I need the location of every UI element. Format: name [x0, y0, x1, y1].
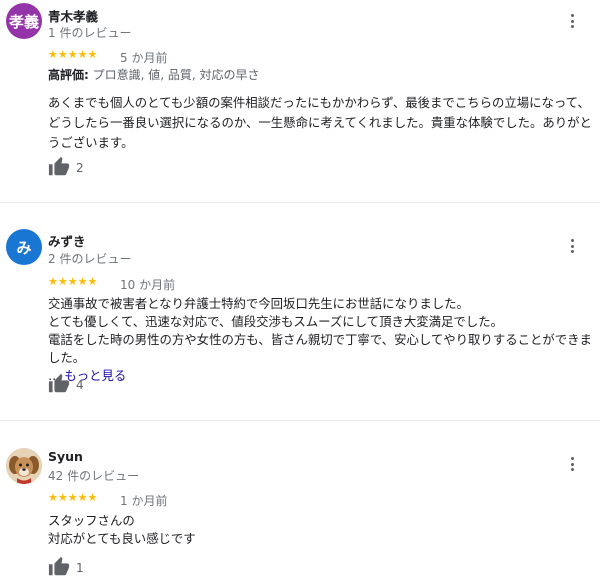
review-age: 5 か月前 [120, 51, 168, 65]
avatar-initials: み [16, 238, 32, 257]
review-text-line: スタッフさんの [48, 513, 135, 528]
avatar-initials: 孝義 [8, 12, 39, 31]
thumbs-up-icon[interactable] [48, 373, 70, 395]
read-more: … もっと見る [48, 367, 598, 385]
review-count[interactable]: 2 件のレビュー [48, 250, 131, 267]
highlight-label: 高評価: [48, 68, 89, 82]
review-text-line: とても優しくて、迅速な対応で、値段交渉もスムーズにして頂き大変満足でした。 [48, 314, 503, 329]
star-rating: ★★★★★ [48, 275, 98, 288]
like-count: 1 [76, 561, 84, 575]
more-options-icon[interactable] [566, 12, 578, 30]
review-text-line: 対応がとても良い感じです [48, 531, 196, 546]
star-rating: ★★★★★ [48, 48, 98, 61]
review-text: スタッフさんの 対応がとても良い感じです [48, 512, 598, 548]
divider [0, 202, 600, 203]
avatar[interactable] [6, 448, 42, 484]
avatar[interactable]: 孝義 [6, 3, 42, 39]
highlight-values: プロ意識, 値, 品質, 対応の早さ [92, 68, 260, 82]
review-count[interactable]: 42 件のレビュー [48, 467, 139, 484]
review-age: 10 か月前 [120, 278, 176, 292]
reviewer-name[interactable]: 青木孝義 [48, 6, 98, 25]
thumbs-up-icon[interactable] [48, 556, 70, 578]
star-rating: ★★★★★ [48, 491, 98, 504]
like-count: 4 [76, 378, 84, 392]
review-text-line: 電話をした時の男性の方や女性の方も、皆さん親切で丁寧で、安心してやり取りすること… [48, 332, 592, 365]
more-options-icon[interactable] [566, 455, 578, 473]
review-highlights: 高評価: プロ意識, 値, 品質, 対応の早さ [48, 66, 598, 84]
review-age: 1 か月前 [120, 494, 168, 508]
review-text: 交通事故で被害者となり弁護士特約で今回坂口先生にお世話になりました。 とても優し… [48, 295, 598, 385]
review-text: あくまでも個人のとても少額の案件相談だったにもかかわらず、最後までこちらの立場に… [48, 95, 592, 150]
thumbs-up-icon[interactable] [48, 156, 70, 178]
reviewer-name[interactable]: Syun [48, 449, 83, 464]
more-options-icon[interactable] [566, 237, 578, 255]
reviewer-name[interactable]: みずき [48, 231, 86, 250]
avatar[interactable]: み [6, 229, 42, 265]
like-count: 2 [76, 161, 84, 175]
read-more-link[interactable]: もっと見る [64, 368, 126, 383]
review-count[interactable]: 1 件のレビュー [48, 24, 131, 41]
review-text-line: 交通事故で被害者となり弁護士特約で今回坂口先生にお世話になりました。 [48, 296, 469, 311]
divider [0, 420, 600, 421]
